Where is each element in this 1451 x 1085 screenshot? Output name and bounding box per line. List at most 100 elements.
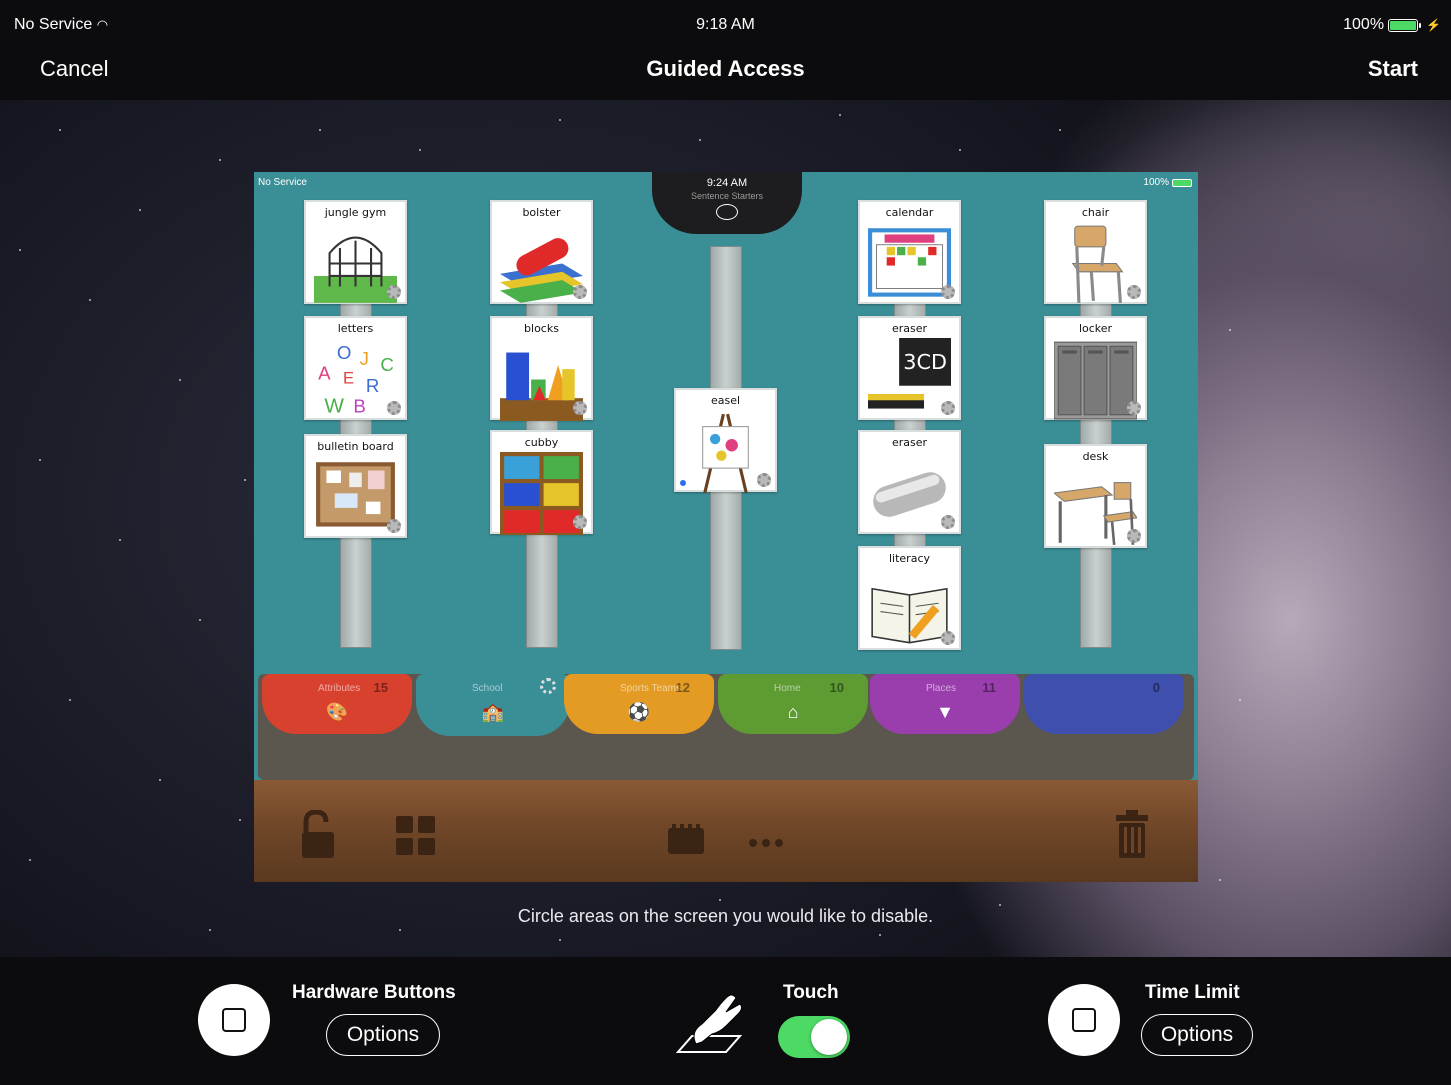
folder-tab[interactable]: Attributes 15 🎨 [262, 674, 412, 734]
gear-icon[interactable] [1127, 401, 1141, 415]
more-icon[interactable] [748, 838, 784, 848]
card-bulletin-board[interactable]: bulletin board [304, 434, 407, 538]
grid-icon[interactable] [396, 816, 436, 856]
card-blocks[interactable]: blocks [490, 316, 593, 421]
folder-tab[interactable]: Places 11 ▼ [870, 674, 1020, 734]
card-calendar[interactable]: calendar [858, 200, 961, 304]
card-literacy[interactable]: literacy [858, 546, 961, 650]
gear-icon[interactable] [540, 678, 556, 694]
card-locker[interactable]: locker [1044, 316, 1147, 420]
status-bar: No Service ◠ 9:18 AM 100% ⚡ [0, 0, 1451, 48]
chalkboard-eraser-image: 3CD [868, 338, 951, 409]
svg-text:B: B [353, 396, 365, 417]
soccer-ball-icon: ⚽ [627, 702, 651, 722]
trash-icon[interactable] [1116, 810, 1148, 858]
folder-tab-label: Sports Teams [620, 683, 681, 694]
palette-icon: 🎨 [325, 702, 349, 722]
chair-image [1071, 225, 1124, 304]
gear-icon[interactable] [387, 401, 401, 415]
card-letters[interactable]: letters O J C A E R W B [304, 316, 407, 420]
notepad-icon[interactable] [668, 824, 704, 854]
gear-icon[interactable] [941, 401, 955, 415]
hardware-buttons-toggle[interactable] [198, 984, 270, 1056]
app-preview[interactable]: No Service 100% 9:24 AM Sentence Starter… [254, 172, 1198, 882]
start-button[interactable]: Start [1368, 56, 1418, 82]
hardware-buttons-label: Hardware Buttons [292, 982, 456, 1003]
gear-icon[interactable] [573, 515, 587, 529]
app-carrier: No Service [258, 177, 307, 188]
calendar-image [868, 228, 951, 297]
card-bolster[interactable]: bolster [490, 200, 593, 304]
gear-icon[interactable] [941, 285, 955, 299]
card-easel[interactable]: easel [674, 388, 777, 493]
folder-tab-count: 12 [675, 680, 690, 695]
gear-icon[interactable] [573, 285, 587, 299]
svg-text:E: E [343, 369, 354, 388]
cancel-button[interactable]: Cancel [40, 56, 108, 82]
battery-icon [1388, 18, 1422, 32]
time-limit-toggle[interactable] [1048, 984, 1120, 1056]
svg-text:C: C [380, 354, 393, 375]
gear-icon[interactable] [1127, 285, 1141, 299]
gear-icon[interactable] [757, 473, 771, 487]
folder-tab-count: 0 [1152, 680, 1160, 695]
easel-image [702, 413, 749, 493]
bulletin-board-image [316, 462, 395, 527]
folder-tab[interactable]: Home 10 ⌂ [718, 674, 868, 734]
gear-icon[interactable] [387, 285, 401, 299]
folder-tab[interactable]: 0 [1024, 674, 1184, 734]
svg-text:W: W [324, 395, 344, 418]
touch-label: Touch [783, 982, 839, 1003]
card-eraser-chalkboard[interactable]: eraser 3CD [858, 316, 961, 420]
card-cubby[interactable]: cubby [490, 430, 593, 535]
unlock-icon[interactable] [300, 810, 336, 860]
folder-tab-label: Home [774, 683, 801, 694]
map-pin-icon: ▼ [936, 702, 954, 722]
card-desk[interactable]: desk [1044, 444, 1147, 548]
letters-image: O J C A E R W B [318, 342, 394, 418]
touch-switch[interactable] [778, 1016, 850, 1058]
folder-tab[interactable]: Sports Teams 12 ⚽ [564, 674, 714, 734]
gear-icon[interactable] [387, 519, 401, 533]
app-battery-icon [1172, 178, 1192, 187]
folder-tab-label: School [472, 683, 503, 694]
eraser-image [873, 472, 946, 517]
svg-text:R: R [366, 375, 379, 396]
folder-tab[interactable]: School 🏫 [416, 674, 570, 736]
folder-tab-count: 11 [982, 680, 996, 695]
svg-text:3CD: 3CD [903, 350, 947, 374]
school-icon: 🏫 [481, 702, 505, 722]
gear-icon[interactable] [1127, 529, 1141, 543]
folder-tab-count: 15 [373, 680, 388, 695]
card-chair[interactable]: chair [1044, 200, 1147, 304]
charging-icon: ⚡ [1426, 18, 1441, 32]
card-jungle-gym[interactable]: jungle gym [304, 200, 407, 304]
instruction-text: Circle areas on the screen you would lik… [517, 906, 934, 926]
app-battery: 100% [1143, 177, 1192, 188]
gear-icon[interactable] [941, 515, 955, 529]
time-limit-options-button[interactable]: Options [1141, 1014, 1253, 1056]
selection-dot [680, 480, 686, 486]
jungle-gym-image [314, 236, 397, 303]
battery-status: 100% ⚡ [1343, 16, 1441, 33]
time-limit-label: Time Limit [1145, 982, 1240, 1003]
folder-tab-count: 10 [829, 680, 844, 695]
svg-text:O: O [337, 342, 352, 363]
header-subtitle: Sentence Starters [690, 191, 764, 201]
card-eraser[interactable]: eraser [858, 430, 961, 534]
literacy-image [871, 587, 948, 644]
speech-bubble-icon [716, 204, 738, 220]
gear-icon[interactable] [941, 631, 955, 645]
touch-hand-icon [676, 994, 743, 1053]
hardware-options-button[interactable]: Options [326, 1014, 440, 1056]
page-title: Guided Access [646, 56, 805, 81]
home-icon: ⌂ [787, 702, 799, 722]
folder-tab-label: Places [926, 683, 957, 694]
svg-text:A: A [318, 363, 331, 384]
gear-icon[interactable] [573, 401, 587, 415]
switch-knob [811, 1019, 847, 1055]
locker-image [1054, 341, 1137, 420]
bolster-image [500, 238, 583, 303]
blocks-image [500, 352, 583, 421]
app-time: 9:24 AM [706, 177, 748, 189]
